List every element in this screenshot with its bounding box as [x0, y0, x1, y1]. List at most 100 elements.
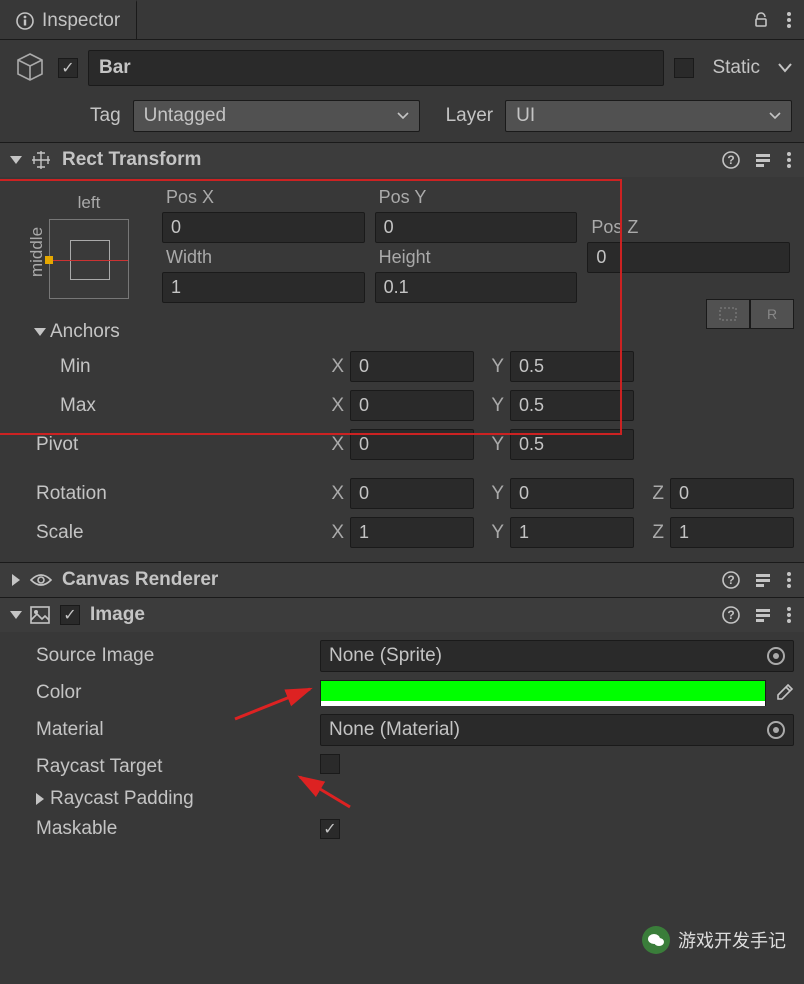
menu-icon[interactable]: [786, 571, 792, 589]
rotation-x-input[interactable]: [350, 478, 474, 509]
axis-label: X: [320, 434, 344, 456]
image-body: Source Image None (Sprite) Color Materia…: [0, 632, 804, 854]
raycast-target-checkbox[interactable]: [320, 754, 340, 774]
axis-label: Y: [480, 483, 504, 505]
material-field[interactable]: None (Material): [320, 714, 794, 746]
preset-icon[interactable]: [754, 571, 772, 589]
axis-label: Z: [640, 483, 664, 505]
tab-bar: Inspector: [0, 0, 804, 40]
object-picker-icon[interactable]: [767, 647, 785, 665]
chevron-down-icon: [769, 112, 781, 120]
tab-menu-icon[interactable]: [786, 11, 792, 29]
enabled-checkbox[interactable]: ✓: [58, 58, 78, 78]
raw-edit-button[interactable]: R: [750, 299, 794, 329]
tag-dropdown[interactable]: Untagged: [133, 100, 420, 132]
source-image-label: Source Image: [36, 645, 154, 667]
static-label: Static: [704, 57, 768, 79]
foldout-icon[interactable]: [34, 328, 46, 336]
tag-label: Tag: [90, 105, 121, 127]
axis-label: X: [320, 356, 344, 378]
tag-layer-row: Tag Untagged Layer UI: [0, 96, 804, 142]
rotation-label: Rotation: [36, 483, 107, 505]
foldout-icon: [12, 574, 20, 586]
source-image-value: None (Sprite): [329, 645, 442, 667]
anchor-max-x-input[interactable]: [350, 390, 474, 421]
watermark-text: 游戏开发手记: [678, 927, 786, 953]
anchors-label: Anchors: [50, 321, 120, 343]
max-label: Max: [60, 395, 96, 417]
layer-label: Layer: [446, 105, 494, 127]
scale-label: Scale: [36, 522, 84, 544]
axis-label: Y: [480, 356, 504, 378]
posx-label: Pos X: [162, 187, 365, 208]
svg-text:?: ?: [727, 608, 734, 622]
anchor-preset-button[interactable]: left middle: [24, 187, 154, 303]
menu-icon[interactable]: [786, 151, 792, 169]
scale-y-input[interactable]: [510, 517, 634, 548]
scale-x-input[interactable]: [350, 517, 474, 548]
lock-icon[interactable]: [752, 11, 770, 29]
anchor-diagram: [49, 219, 129, 299]
eye-icon: [30, 572, 52, 588]
link-icon[interactable]: [276, 524, 300, 542]
help-icon[interactable]: ?: [722, 151, 740, 169]
rotation-z-input[interactable]: [670, 478, 794, 509]
color-label: Color: [36, 682, 81, 704]
rotation-y-input[interactable]: [510, 478, 634, 509]
raycast-target-label: Raycast Target: [36, 756, 162, 778]
source-image-field[interactable]: None (Sprite): [320, 640, 794, 672]
foldout-icon[interactable]: [36, 793, 44, 805]
height-label: Height: [375, 247, 578, 268]
help-icon[interactable]: ?: [722, 606, 740, 624]
static-dropdown-icon[interactable]: [778, 63, 792, 73]
svg-text:?: ?: [727, 153, 734, 167]
menu-icon[interactable]: [786, 606, 792, 624]
posy-input[interactable]: [375, 212, 578, 243]
pivot-label: Pivot: [36, 434, 78, 456]
axis-label: X: [320, 522, 344, 544]
image-header[interactable]: ✓ Image ?: [0, 597, 804, 632]
color-field[interactable]: [320, 680, 766, 706]
axis-label: Y: [480, 395, 504, 417]
blueprint-mode-button[interactable]: [706, 299, 750, 329]
posy-label: Pos Y: [375, 187, 578, 208]
pivot-y-input[interactable]: [510, 429, 634, 460]
layer-dropdown[interactable]: UI: [505, 100, 792, 132]
maskable-checkbox[interactable]: ✓: [320, 819, 340, 839]
min-label: Min: [60, 356, 91, 378]
posz-input[interactable]: [587, 242, 790, 273]
anchor-max-y-input[interactable]: [510, 390, 634, 421]
layer-value: UI: [516, 105, 535, 127]
material-label: Material: [36, 719, 104, 741]
preset-icon[interactable]: [754, 151, 772, 169]
rect-transform-header[interactable]: Rect Transform ?: [0, 142, 804, 177]
inspector-tab[interactable]: Inspector: [0, 0, 137, 39]
anchor-min-x-input[interactable]: [350, 351, 474, 382]
axis-label: X: [320, 395, 344, 417]
eyedropper-icon[interactable]: [774, 683, 794, 703]
anchor-min-y-input[interactable]: [510, 351, 634, 382]
width-label: Width: [162, 247, 365, 268]
foldout-icon: [10, 611, 22, 619]
tag-value: Untagged: [144, 105, 226, 127]
canvas-renderer-header[interactable]: Canvas Renderer ?: [0, 562, 804, 597]
watermark: 游戏开发手记: [642, 926, 786, 954]
pivot-x-input[interactable]: [350, 429, 474, 460]
static-checkbox[interactable]: [674, 58, 694, 78]
object-picker-icon[interactable]: [767, 721, 785, 739]
help-icon[interactable]: ?: [722, 571, 740, 589]
posx-input[interactable]: [162, 212, 365, 243]
axis-label: Y: [480, 434, 504, 456]
name-input[interactable]: [88, 50, 664, 86]
preset-icon[interactable]: [754, 606, 772, 624]
raycast-padding-label: Raycast Padding: [50, 788, 194, 810]
foldout-icon: [10, 156, 22, 164]
image-enabled-checkbox[interactable]: ✓: [60, 605, 80, 625]
rect-transform-icon: [30, 149, 52, 171]
height-input[interactable]: [375, 272, 578, 303]
component-title: Rect Transform: [62, 149, 712, 171]
info-icon: [16, 12, 34, 30]
scale-z-input[interactable]: [670, 517, 794, 548]
axis-label: X: [320, 483, 344, 505]
width-input[interactable]: [162, 272, 365, 303]
